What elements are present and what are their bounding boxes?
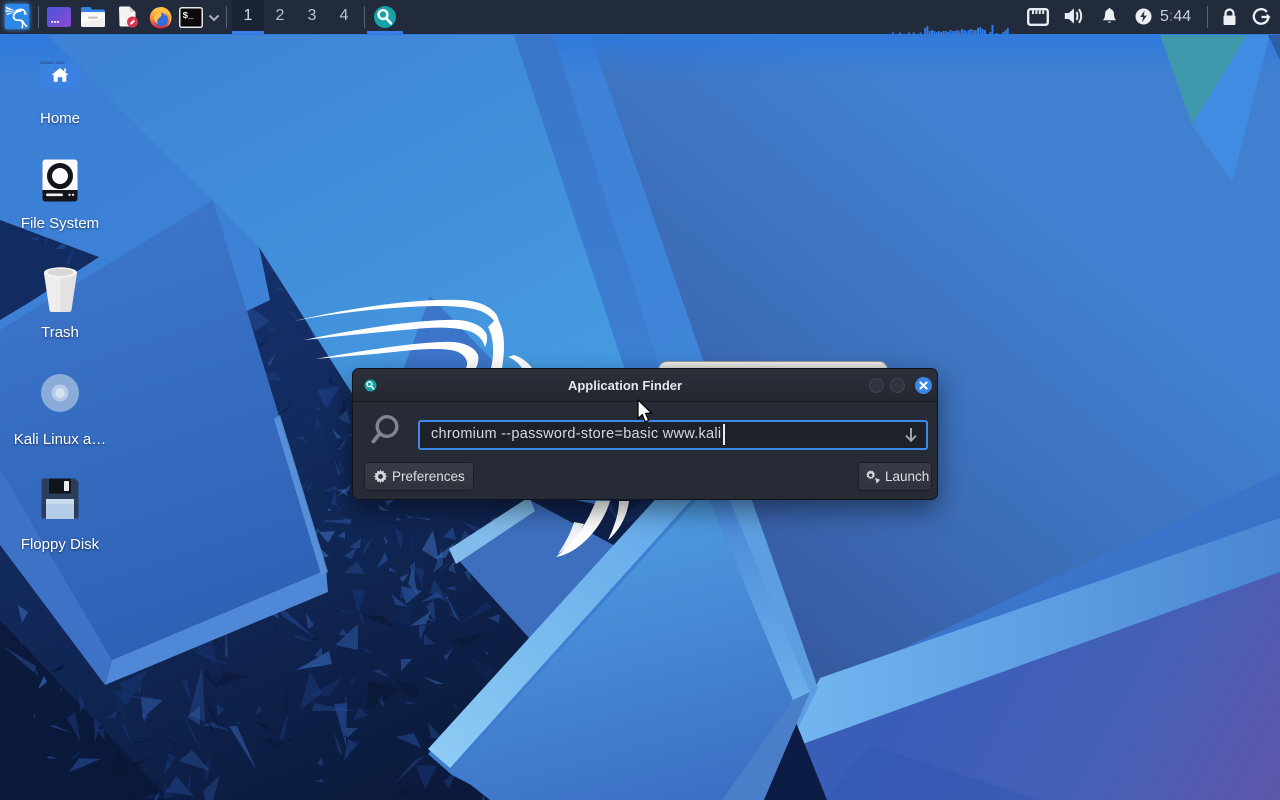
svg-text:$_: $_ [183, 10, 195, 21]
